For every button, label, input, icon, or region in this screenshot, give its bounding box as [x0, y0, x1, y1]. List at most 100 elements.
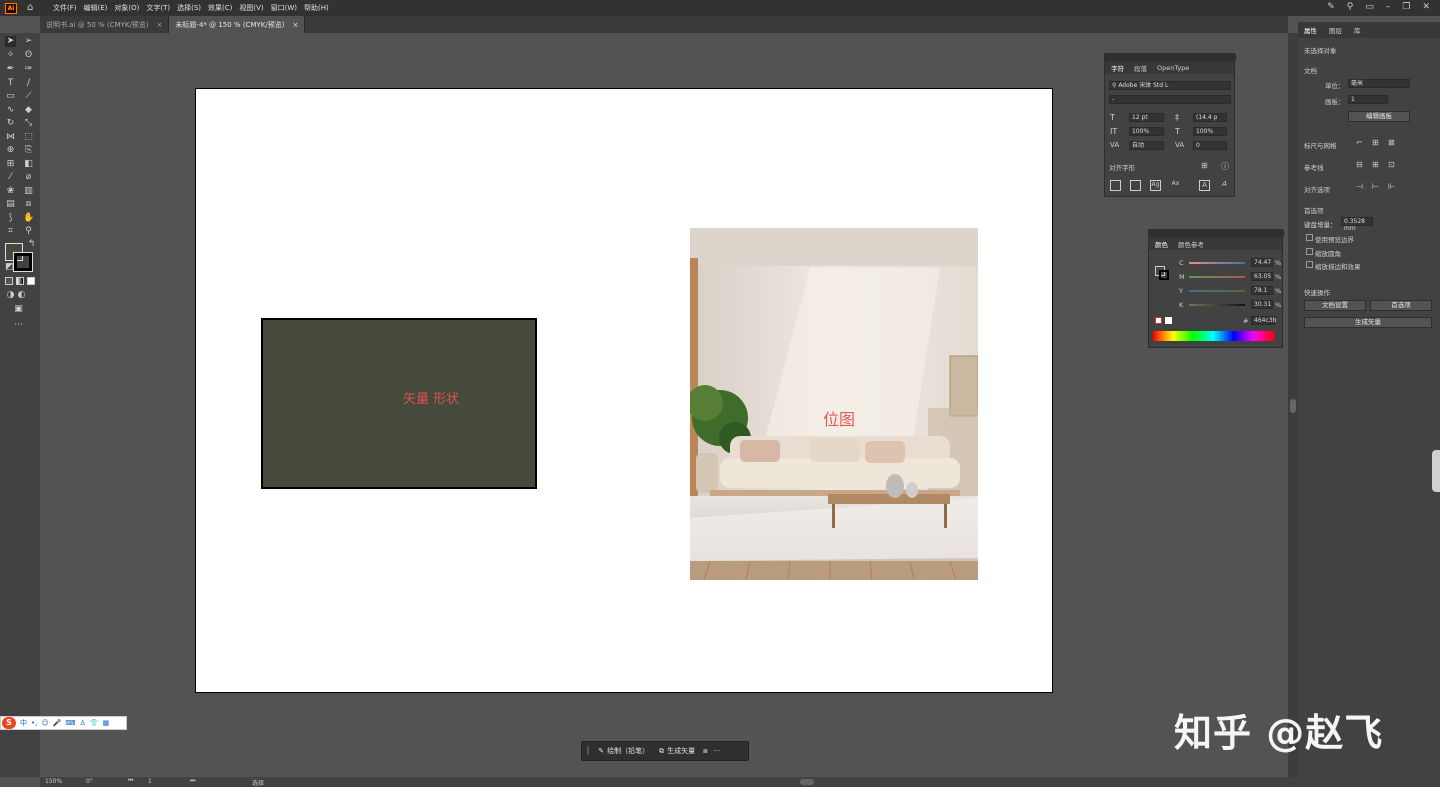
- pixel-grid-icon[interactable]: ⊠: [1388, 138, 1395, 147]
- graph-icon[interactable]: ▤: [5, 199, 16, 210]
- smart-guides-icon[interactable]: ⊞: [1372, 160, 1379, 169]
- channel-y-slider[interactable]: [1189, 290, 1245, 292]
- paintbrush-icon[interactable]: ⟋: [23, 91, 34, 102]
- scale-corners-checkbox[interactable]: [1306, 248, 1313, 255]
- pen-tool-icon[interactable]: ✒: [5, 64, 16, 75]
- channel-k-slider[interactable]: [1189, 304, 1245, 306]
- menu-window[interactable]: 窗口(W): [271, 3, 297, 13]
- tab-close-icon[interactable]: ×: [292, 21, 298, 29]
- tab-opentype[interactable]: OpenType: [1157, 64, 1189, 72]
- x-height-icon[interactable]: Ax: [1170, 180, 1181, 191]
- zoom-tool-icon[interactable]: ⚲: [23, 226, 34, 237]
- blend-icon[interactable]: ⌀: [23, 172, 34, 183]
- menu-file[interactable]: 文件(F): [53, 3, 77, 13]
- channel-c-field[interactable]: 74.47: [1251, 258, 1273, 267]
- edit-artboard-button[interactable]: 编辑画板: [1348, 111, 1410, 122]
- ime-lang-label[interactable]: 中: [20, 718, 27, 728]
- color-spectrum[interactable]: [1153, 331, 1274, 341]
- free-transform-icon[interactable]: ⬚: [23, 132, 34, 143]
- gradient-mode-icon[interactable]: [16, 277, 24, 285]
- live-paint-icon[interactable]: ⎘: [23, 145, 34, 156]
- eraser-icon[interactable]: ◆: [23, 105, 34, 116]
- user-icon[interactable]: ♙: [80, 719, 86, 727]
- bitmap-image[interactable]: 位图: [690, 228, 978, 580]
- emoji-icon[interactable]: ☺: [41, 719, 48, 727]
- channel-c-slider[interactable]: [1189, 262, 1245, 264]
- vertical-scrollbar[interactable]: [1288, 33, 1298, 777]
- baseline-icon[interactable]: Ag: [1150, 180, 1161, 191]
- horizontal-scale-field[interactable]: 100%: [1193, 127, 1227, 136]
- align-art-icon[interactable]: ⊢: [1372, 182, 1379, 191]
- em-box-icon[interactable]: [1110, 180, 1121, 191]
- menu-edit[interactable]: 编辑(E): [84, 3, 108, 13]
- restore-icon[interactable]: ❐: [1402, 2, 1410, 12]
- tab-character[interactable]: 字符: [1111, 63, 1124, 73]
- unit-select[interactable]: 毫米: [1348, 79, 1410, 88]
- hand-tool-icon[interactable]: ✋: [23, 213, 34, 224]
- generate-vector-float-button[interactable]: 生成矢量: [667, 746, 695, 756]
- ich-box-icon[interactable]: [1130, 180, 1141, 191]
- font-size-field[interactable]: 12 pt: [1129, 113, 1164, 122]
- drag-handle-icon[interactable]: ┃: [586, 747, 590, 755]
- font-family-field[interactable]: ⚲ Adobe 宋体 Std L: [1109, 81, 1231, 90]
- draw-pencil-button[interactable]: 绘制（铅笔）: [607, 746, 649, 756]
- menu-effect[interactable]: 效果(C): [208, 3, 232, 13]
- keyboard-icon[interactable]: ⌨: [65, 719, 75, 727]
- direct-selection-tool-icon[interactable]: ➢: [23, 36, 34, 47]
- info-icon[interactable]: ⓘ: [1221, 161, 1229, 172]
- gradient-icon[interactable]: ◧: [23, 159, 34, 170]
- tab-paragraph[interactable]: 段落: [1134, 63, 1147, 73]
- scale-strokes-checkbox[interactable]: [1306, 261, 1313, 268]
- more-options-icon[interactable]: ···: [714, 747, 721, 755]
- share-icon[interactable]: ✎: [1327, 2, 1335, 12]
- channel-m-slider[interactable]: [1189, 276, 1245, 278]
- screen-mode-icon[interactable]: ▣: [13, 304, 24, 315]
- tab-color[interactable]: 颜色: [1155, 239, 1168, 249]
- artboard-tool-icon[interactable]: ⧈: [23, 199, 34, 210]
- symbol-sprayer-icon[interactable]: ❀: [5, 186, 16, 197]
- column-graph-icon[interactable]: ▥: [23, 186, 34, 197]
- panel-stroke-swatch[interactable]: [1159, 270, 1169, 280]
- selection-tool-icon[interactable]: ➤: [5, 36, 16, 47]
- minimize-icon[interactable]: –: [1386, 2, 1391, 12]
- slice-icon[interactable]: ⟆: [5, 213, 16, 224]
- prev-artboard-icon[interactable]: ⏮: [128, 777, 133, 785]
- rotation-field[interactable]: 0°: [86, 778, 93, 785]
- vector-rectangle[interactable]: 矢量 形状: [261, 318, 537, 489]
- skin-icon[interactable]: 👕: [90, 719, 99, 727]
- channel-m-field[interactable]: 63.05: [1251, 272, 1273, 281]
- hex-field[interactable]: 464c3b: [1251, 316, 1276, 325]
- tab-libraries[interactable]: 库: [1354, 25, 1361, 35]
- tab-manual[interactable]: 说明书.ai @ 50 % (CMYK/预览) ×: [40, 16, 170, 33]
- width-tool-icon[interactable]: ⋈: [5, 132, 16, 143]
- preview-bounds-checkbox[interactable]: [1306, 234, 1313, 241]
- menu-help[interactable]: 帮助(H): [304, 3, 329, 13]
- scale-icon[interactable]: ⤡: [23, 118, 34, 129]
- kerning-field[interactable]: 自动: [1129, 141, 1164, 150]
- tab-layers[interactable]: 图层: [1329, 25, 1342, 35]
- more-tools-icon[interactable]: ···: [13, 320, 24, 331]
- glyph-bounds-icon[interactable]: A: [1199, 180, 1210, 191]
- curvature-icon[interactable]: ✑: [23, 64, 34, 75]
- search-icon[interactable]: ⚲: [1347, 2, 1354, 12]
- menu-type[interactable]: 文字(T): [146, 3, 170, 13]
- swap-colors-icon[interactable]: ↰: [26, 239, 37, 250]
- align-point-icon[interactable]: ⊣: [1356, 182, 1363, 191]
- grid-icon[interactable]: ⊞: [1372, 138, 1379, 147]
- lasso-icon[interactable]: ʘ: [23, 50, 34, 61]
- artboard-number-field[interactable]: 1: [148, 778, 152, 785]
- artboard-select[interactable]: 1: [1348, 95, 1388, 104]
- menu-object[interactable]: 对象(O): [114, 3, 139, 13]
- draw-mode-icon[interactable]: ◑: [5, 290, 16, 301]
- color-mode-icon[interactable]: [5, 277, 13, 285]
- tab-color-guide[interactable]: 颜色参考: [1178, 239, 1204, 249]
- tab-properties[interactable]: 属性: [1304, 25, 1317, 35]
- scroll-thumb[interactable]: [1290, 399, 1296, 413]
- leading-field[interactable]: (14.4 p: [1193, 113, 1227, 122]
- guides-icon[interactable]: ⊟: [1356, 160, 1363, 169]
- workspace-icon[interactable]: ▭: [1365, 2, 1374, 12]
- document-setup-button[interactable]: 文档设置: [1304, 300, 1366, 311]
- channel-y-field[interactable]: 78.1: [1251, 286, 1273, 295]
- stroke-swatch[interactable]: [13, 252, 33, 272]
- panel-grip[interactable]: [1105, 54, 1236, 61]
